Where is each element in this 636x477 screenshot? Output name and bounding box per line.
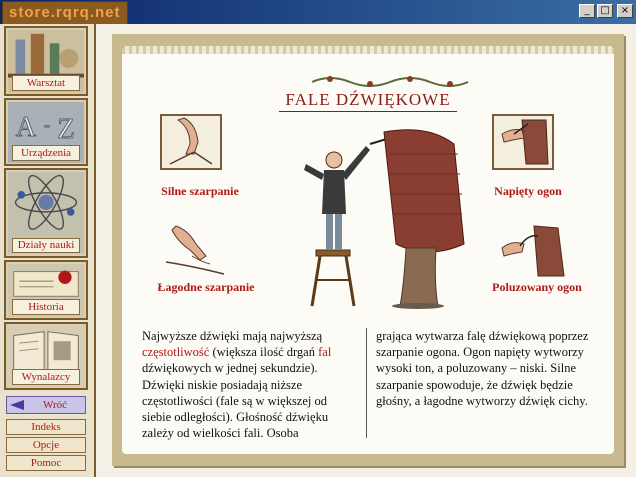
svg-text:A: A [16, 112, 37, 143]
page-paper: FALE DŹWIĘKOWE Silne szarpanie Łagodne s… [122, 46, 614, 454]
link-waves[interactable]: fal [318, 345, 331, 359]
vine-ornament-icon [311, 76, 469, 87]
page-title: FALE DŹWIĘKOWE [279, 90, 457, 112]
sidebar-item-history[interactable]: Historia [4, 260, 88, 320]
sidebar-item-devices[interactable]: A - Z Urządzenia [4, 98, 88, 166]
help-button[interactable]: Pomoc [6, 455, 86, 471]
svg-text:Z: Z [57, 114, 74, 145]
close-button[interactable]: × [617, 4, 633, 18]
column-divider [366, 328, 367, 438]
musician-plucking-tail-illustration [304, 129, 465, 309]
back-button[interactable]: Wróć [6, 396, 86, 414]
sidebar-item-inventors[interactable]: Wynalazcy [4, 322, 88, 390]
sidebar-item-label: Wynalazcy [12, 369, 80, 385]
back-button-label: Wróć [43, 399, 67, 411]
text-rest: dźwiękowych w jednej sekundzie). Dźwięki… [142, 361, 329, 441]
text-middle: (większa ilość drgań [209, 345, 319, 360]
minimize-button[interactable]: _ [579, 4, 595, 18]
strong-pluck-illustration [160, 114, 222, 170]
title-bar: store.rqrq.net _ □ × [0, 0, 636, 25]
sidebar-item-science-fields[interactable]: Działy nauki [4, 168, 88, 258]
caption-strong-pluck: Silne szarpanie [161, 184, 239, 198]
arrow-left-icon [10, 400, 24, 410]
index-button[interactable]: Indeks [6, 419, 86, 435]
text-intro: Najwyższe dźwięki mają najwyższą [142, 329, 323, 343]
parchment-frame: FALE DŹWIĘKOWE Silne szarpanie Łagodne s… [112, 34, 624, 466]
sidebar-item-label: Historia [12, 299, 80, 315]
content-area: FALE DŹWIĘKOWE Silne szarpanie Łagodne s… [96, 24, 636, 477]
text-column-right: grająca wytwarza falę dźwiękową poprzez … [376, 329, 589, 408]
gentle-pluck-illustration [165, 225, 225, 275]
sidebar: Warsztat A - Z Urządzenia Działy nauki H… [0, 24, 96, 477]
caption-gentle-pluck: Łagodne szarpanie [157, 280, 255, 294]
caption-loose-tail: Poluzowany ogon [492, 280, 582, 294]
link-frequency[interactable]: częstotliwość [142, 345, 209, 359]
watermark-logo: store.rqrq.net [2, 1, 128, 25]
maximize-button[interactable]: □ [597, 4, 613, 18]
sidebar-item-workshop[interactable]: Warsztat [4, 26, 88, 96]
window-controls: _ □ × [579, 4, 633, 18]
sidebar-item-label: Urządzenia [12, 145, 80, 161]
taut-tail-illustration [492, 114, 554, 170]
caption-taut-tail: Napięty ogon [494, 184, 562, 198]
text-column-left: Najwyższe dźwięki mają najwyższą częstot… [142, 328, 358, 441]
sidebar-item-label: Warsztat [12, 75, 80, 91]
loose-tail-illustration [501, 225, 565, 277]
svg-text:-: - [44, 115, 50, 134]
options-button[interactable]: Opcje [6, 437, 86, 453]
sidebar-item-label: Działy nauki [12, 238, 80, 253]
